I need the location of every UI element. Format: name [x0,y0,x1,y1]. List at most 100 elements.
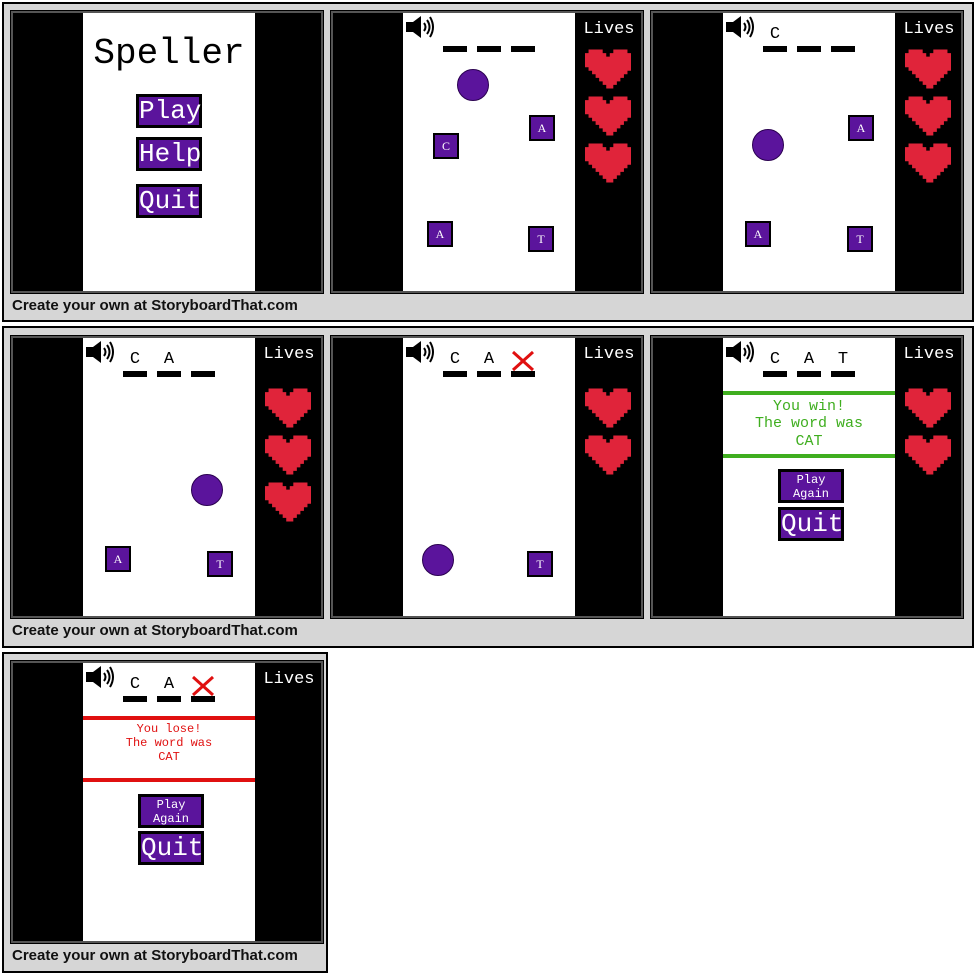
letter-blank [763,46,787,52]
letter-tile[interactable]: A [847,114,875,142]
letter-blank [443,46,467,52]
lose-line-1: You lose! [136,722,202,736]
heart-icon [905,143,951,183]
storyboard-footer[interactable]: Create your own at StoryboardThat.com [12,297,298,314]
win-message: You win! The word was CAT [723,398,895,450]
letter-tile[interactable]: C [432,132,460,160]
letter-blank [477,371,501,377]
heart-icon [585,96,631,136]
panel-game-start: C A A T Lives [330,10,644,294]
lives-panel: Lives [255,338,321,616]
game-screen: C A A T [83,338,255,616]
lives-panel: Lives [895,338,961,616]
game-screen: C A T You win! The word was CAT Play Aga… [723,338,895,616]
storyboard-footer[interactable]: Create your own at StoryboardThat.com [12,947,298,964]
game-screen: C A A T [403,13,575,291]
heart-icon [905,435,951,475]
play-button[interactable]: Play [136,94,202,128]
letter-blank [191,371,215,377]
panel-menu: Speller Play Help Quit [10,10,324,294]
letter-blank [831,371,855,377]
letter-blank [511,46,535,52]
lives-label: Lives [903,345,955,364]
panel-lose: C A You lose! The word was CAT Play Agai… [10,660,324,944]
speaker-icon[interactable] [723,338,757,366]
letter-blank [477,46,501,52]
found-letter: A [163,675,175,694]
player-ball[interactable] [752,129,784,161]
letter-blank [831,46,855,52]
play-again-line-1: Play [796,473,826,487]
lose-line-3: CAT [158,749,180,764]
found-letter: A [483,350,495,369]
letter-tile[interactable]: T [206,550,234,578]
game-screen: C A You lose! The word was CAT Play Agai… [83,663,255,941]
heart-icon [585,388,631,428]
letter-blank [797,371,821,377]
letter-blank [123,696,147,702]
speaker-icon[interactable] [403,338,437,366]
letter-blank [157,696,181,702]
letter-tile[interactable]: A [104,545,132,573]
game-title: Speller [93,33,245,74]
storyboard-footer[interactable]: Create your own at StoryboardThat.com [12,622,298,639]
win-divider-top [723,391,895,395]
play-again-line-2: Again [792,487,829,501]
lives-label: Lives [903,20,955,39]
letter-blank [191,696,215,702]
letter-tile[interactable]: A [426,220,454,248]
letter-tile[interactable]: T [846,225,874,253]
player-ball[interactable] [422,544,454,576]
player-ball[interactable] [191,474,223,506]
lives-panel: Lives [575,13,641,291]
help-button[interactable]: Help [136,137,202,171]
play-again-button[interactable]: Play Again [778,469,844,503]
speaker-icon[interactable] [403,13,437,41]
quit-button[interactable]: Quit [778,507,844,541]
letter-blank [443,371,467,377]
letter-blank [157,371,181,377]
found-letter: C [769,350,781,369]
heart-icon [905,388,951,428]
heart-icon [265,482,311,522]
speaker-icon[interactable] [723,13,757,41]
speaker-icon[interactable] [83,338,117,366]
lives-panel: Lives [255,663,321,941]
found-letter: T [837,350,849,369]
found-letter: A [163,350,175,369]
lives-label: Lives [263,345,315,364]
play-again-button[interactable]: Play Again [138,794,204,828]
found-letter: C [769,25,781,44]
quit-button[interactable]: Quit [136,184,202,218]
letter-blank [763,371,787,377]
lives-label: Lives [583,20,635,39]
found-letter: A [803,350,815,369]
letter-tile[interactable]: T [527,225,555,253]
lives-panel: Lives [575,338,641,616]
heart-icon [905,96,951,136]
letter-blank [511,371,535,377]
letter-tile[interactable]: A [744,220,772,248]
lives-panel: Lives [895,13,961,291]
heart-icon [585,143,631,183]
lose-divider-bottom [83,778,255,782]
x-mark-icon [190,675,216,697]
player-ball[interactable] [457,69,489,101]
right-bar [255,13,321,291]
panel-wrong-letter: C A T Lives [330,335,644,619]
letter-blank [123,371,147,377]
letter-tile[interactable]: T [526,550,554,578]
game-screen: C A T [403,338,575,616]
speaker-icon[interactable] [83,663,117,691]
lose-message: You lose! The word was CAT [83,722,255,764]
found-letter: C [129,350,141,369]
x-mark-icon [510,350,536,372]
lose-line-2: The word was [125,735,213,750]
heart-icon [265,388,311,428]
lives-label: Lives [583,345,635,364]
quit-button[interactable]: Quit [138,831,204,865]
panel-win: C A T You win! The word was CAT Play Aga… [650,335,964,619]
win-divider-bottom [723,454,895,458]
letter-tile[interactable]: A [528,114,556,142]
panel-c-found: C A A T Lives [650,10,964,294]
